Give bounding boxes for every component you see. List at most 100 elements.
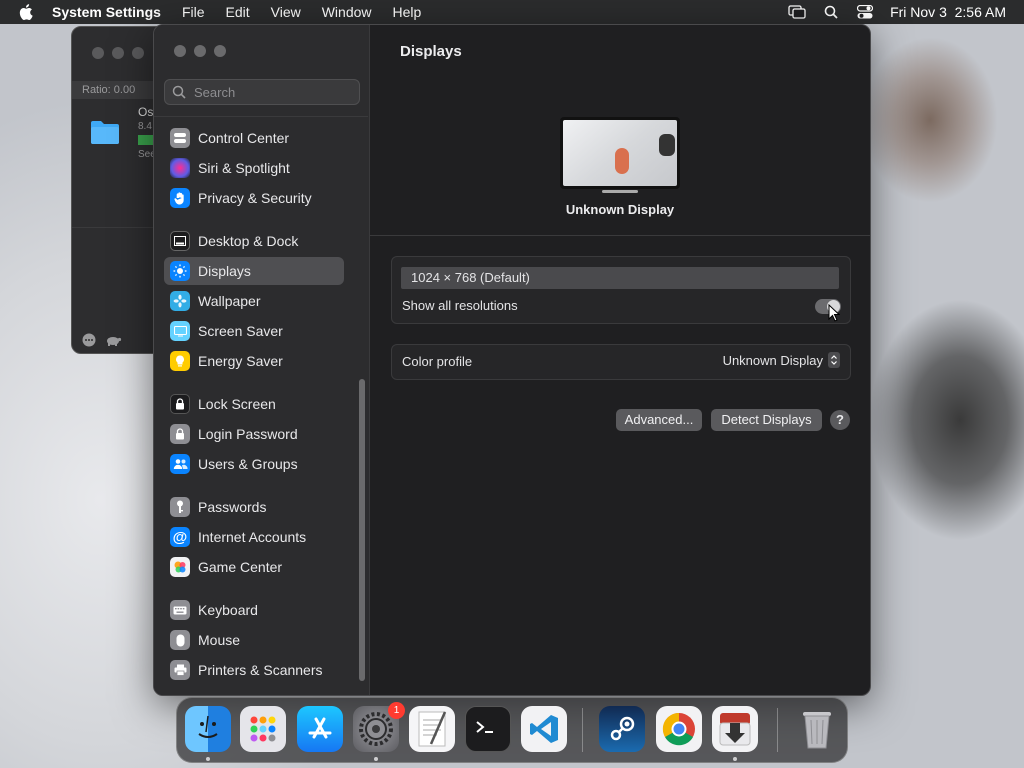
sidebar-item-label: Passwords <box>198 499 267 515</box>
zoom-button[interactable] <box>132 47 144 59</box>
menu-file[interactable]: File <box>182 4 205 20</box>
zoom-button[interactable] <box>214 45 226 57</box>
sidebar-item-users-groups[interactable]: Users & Groups <box>164 450 344 478</box>
detect-displays-button[interactable]: Detect Displays <box>711 409 822 431</box>
display-preview[interactable] <box>560 117 680 193</box>
color-profile-label: Color profile <box>402 354 473 369</box>
sidebar-item-label: Mouse <box>198 632 241 648</box>
page-title: Displays <box>400 43 462 60</box>
sidebar-item-control-center[interactable]: Control Center <box>164 124 344 152</box>
lock-icon <box>170 394 190 414</box>
sidebar-item-label: Lock Screen <box>198 396 276 412</box>
search-field[interactable] <box>164 79 360 105</box>
resolution-panel: 1024 × 768 (Default) Show all resolution… <box>391 256 851 324</box>
close-button[interactable] <box>92 47 104 59</box>
advanced-button[interactable]: Advanced... <box>616 409 702 431</box>
dock-trash-icon[interactable] <box>794 706 840 752</box>
dock-downloader-icon[interactable] <box>712 706 758 752</box>
menu-help[interactable]: Help <box>393 4 422 20</box>
dock-system-settings-icon[interactable]: 1 <box>353 702 405 752</box>
sidebar-item-label: Desktop & Dock <box>198 233 299 249</box>
search-input[interactable] <box>192 83 346 101</box>
sidebar-item-label: Users & Groups <box>198 456 298 472</box>
sidebar-item-label: Screen Saver <box>198 323 283 339</box>
sidebar-item-energy-saver[interactable]: Energy Saver <box>164 347 344 375</box>
menu-clock[interactable]: Fri Nov 3 2:56 AM <box>890 4 1006 20</box>
color-profile-panel: Color profile Unknown Display <box>391 344 851 380</box>
users-icon <box>170 454 190 474</box>
at-icon: @ <box>170 527 190 547</box>
sidebar-item-label: Game Center <box>198 559 283 575</box>
sidebar-item-login-password[interactable]: Login Password <box>164 420 344 448</box>
show-all-resolutions-label: Show all resolutions <box>402 298 518 313</box>
minimize-button[interactable] <box>112 47 124 59</box>
sidebar-item-game-center[interactable]: Game Center <box>164 553 344 581</box>
dock-separator <box>582 708 583 752</box>
dock-running-indicator <box>206 757 210 761</box>
close-button[interactable] <box>174 45 186 57</box>
color-profile-popup[interactable]: Unknown Display <box>723 352 840 368</box>
sidebar-item-lock-screen[interactable]: Lock Screen <box>164 390 344 418</box>
sidebar-item-label: Wallpaper <box>198 293 261 309</box>
menu-window[interactable]: Window <box>322 4 372 20</box>
sidebar-item-label: Privacy & Security <box>198 190 312 206</box>
sidebar-item-passwords[interactable]: Passwords <box>164 493 344 521</box>
more-icon[interactable] <box>82 333 96 347</box>
sidebar-item-label: Siri & Spotlight <box>198 160 290 176</box>
sidebar-item-label: Keyboard <box>198 602 258 618</box>
help-button[interactable]: ? <box>830 410 850 430</box>
displays-pane: Displays Unknown Display 1024 × 768 (Def… <box>370 25 870 695</box>
menu-edit[interactable]: Edit <box>226 4 250 20</box>
sidebar-item-keyboard[interactable]: Keyboard <box>164 596 344 624</box>
control-center-icon[interactable] <box>856 3 874 21</box>
sidebar-item-mouse[interactable]: Mouse <box>164 626 344 654</box>
monitor-stand <box>602 190 638 193</box>
search-icon <box>172 85 186 99</box>
sidebar-item-wallpaper[interactable]: Wallpaper <box>164 287 344 315</box>
dock-vscode-icon[interactable] <box>521 706 567 752</box>
item-name: Os <box>138 105 154 119</box>
hand-icon <box>170 188 190 208</box>
sidebar-divider <box>154 116 368 117</box>
minimize-button[interactable] <box>194 45 206 57</box>
folder-icon[interactable] <box>90 119 120 145</box>
control-center-icon <box>170 128 190 148</box>
item-size: 8.4 <box>138 121 152 132</box>
screen-mirroring-icon[interactable] <box>788 3 806 21</box>
display-wallpaper-thumbnail <box>563 120 677 186</box>
sidebar-item-internet-accounts[interactable]: @ Internet Accounts <box>164 523 344 551</box>
sidebar-item-privacy-security[interactable]: Privacy & Security <box>164 184 344 212</box>
game-center-icon <box>170 557 190 577</box>
sidebar-item-printers-scanners[interactable]: Printers & Scanners <box>164 656 344 684</box>
padlock-icon <box>170 424 190 444</box>
dock-chrome-icon[interactable] <box>656 706 702 752</box>
spotlight-search-icon[interactable] <box>822 3 840 21</box>
sidebar-item-displays[interactable]: Displays <box>164 257 344 285</box>
window-controls <box>92 47 144 59</box>
resolution-option-selected[interactable]: 1024 × 768 (Default) <box>401 267 839 289</box>
menu-view[interactable]: View <box>271 4 301 20</box>
dock-running-indicator <box>733 757 737 761</box>
sidebar-item-screen-saver[interactable]: Screen Saver <box>164 317 344 345</box>
sidebar: Control Center Siri & Spotlight Privacy … <box>154 25 370 695</box>
dock-app-store-icon[interactable] <box>297 706 343 752</box>
mouse-icon <box>170 630 190 650</box>
sidebar-scrollbar[interactable] <box>359 379 365 681</box>
color-profile-value: Unknown Display <box>722 352 823 368</box>
turtle-icon[interactable] <box>104 333 122 347</box>
dock-terminal-icon[interactable] <box>465 706 511 752</box>
mouse-cursor-icon <box>828 304 840 322</box>
sidebar-item-desktop-dock[interactable]: Desktop & Dock <box>164 227 344 255</box>
sidebar-item-siri-spotlight[interactable]: Siri & Spotlight <box>164 154 344 182</box>
dock-finder-icon[interactable] <box>185 706 231 752</box>
siri-icon <box>170 158 190 178</box>
dock-steam-icon[interactable] <box>599 706 645 752</box>
dock-textedit-icon[interactable] <box>409 706 455 752</box>
sidebar-item-label: Printers & Scanners <box>198 662 323 678</box>
menu-app-name[interactable]: System Settings <box>52 4 161 20</box>
menu-bar: System Settings File Edit View Window He… <box>0 0 1024 24</box>
system-settings-window: Control Center Siri & Spotlight Privacy … <box>153 24 871 696</box>
dock-launchpad-icon[interactable] <box>240 706 286 752</box>
window-controls <box>174 45 226 57</box>
apple-icon[interactable] <box>18 4 34 20</box>
